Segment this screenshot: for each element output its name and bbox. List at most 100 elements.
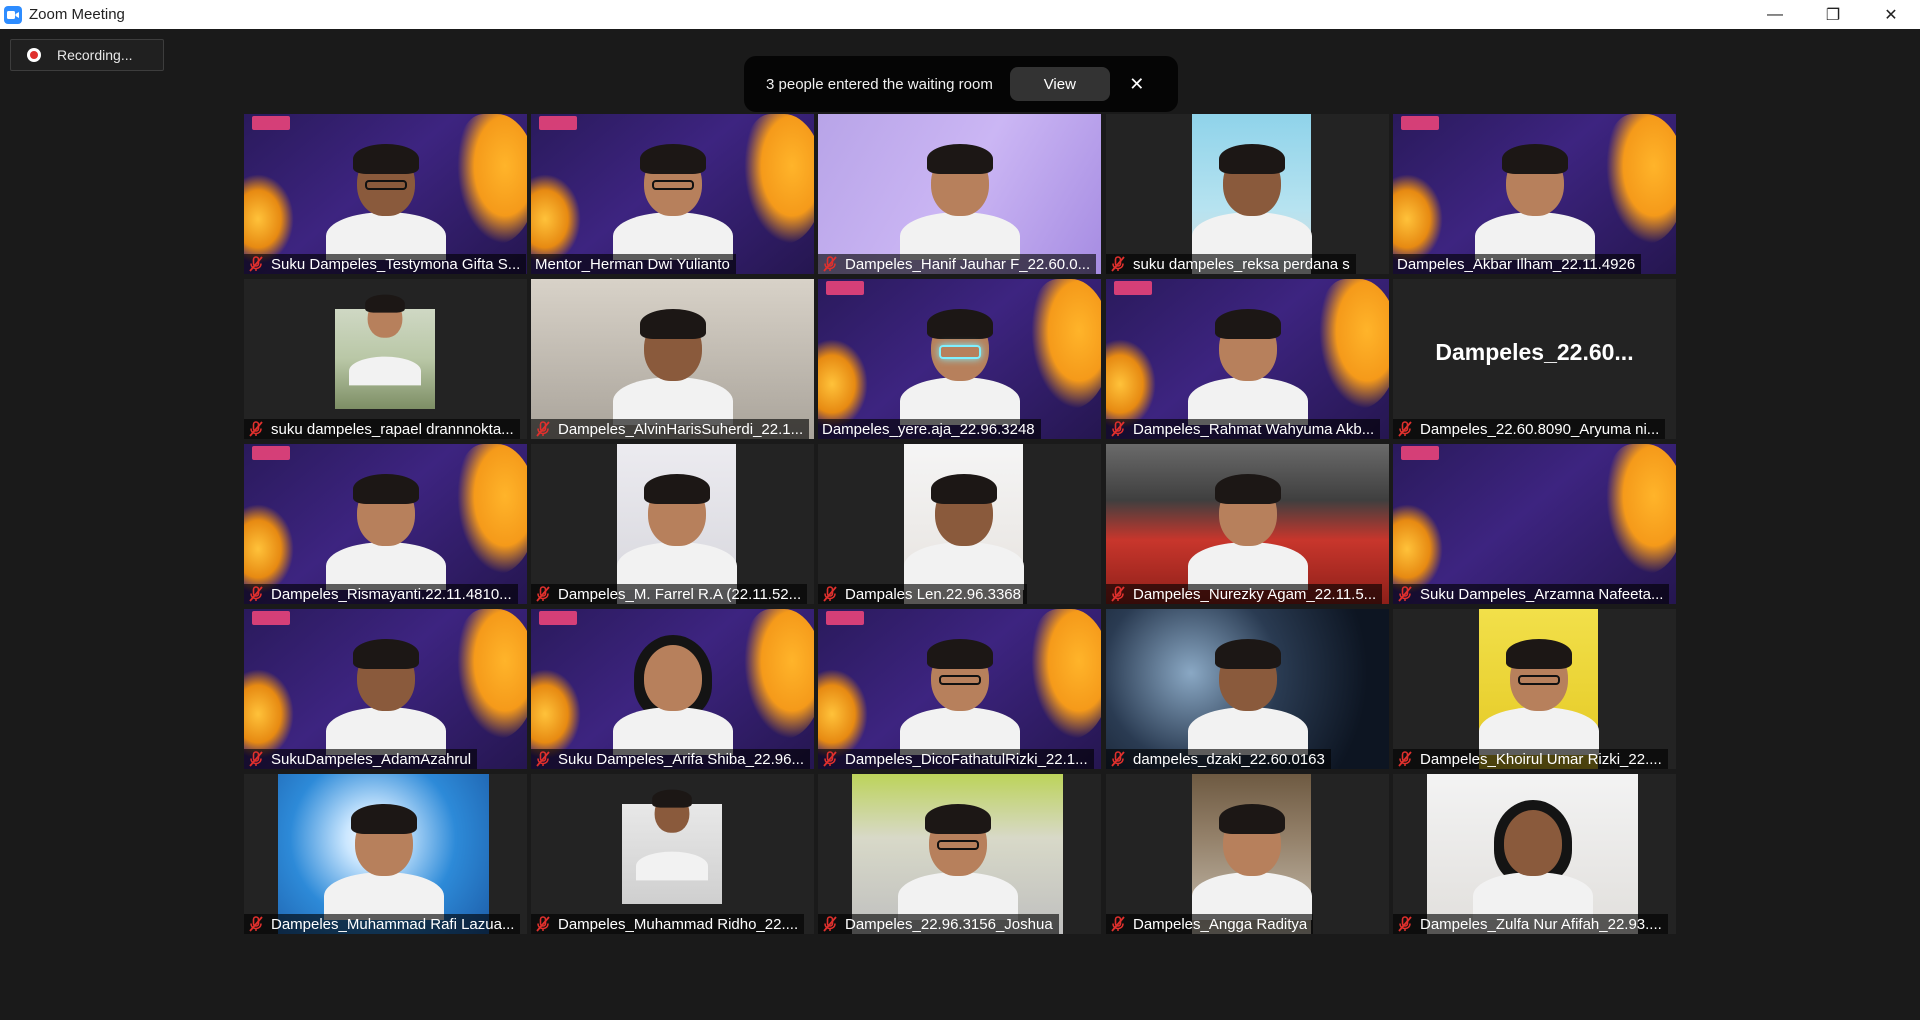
mic-muted-icon	[1397, 586, 1413, 602]
participant-figure	[612, 144, 733, 260]
participant-torso	[899, 707, 1020, 755]
participant-tile[interactable]: suku dampeles_reksa perdana s	[1106, 114, 1389, 274]
participant-torso	[1187, 377, 1308, 425]
participant-video	[616, 444, 737, 604]
record-icon	[27, 48, 41, 62]
participant-tile[interactable]: suku dampeles_rapael drannnokta...	[244, 279, 527, 439]
participant-tile[interactable]: Dampeles_yere.aja_22.96.3248	[818, 279, 1101, 439]
participant-figure	[1191, 804, 1312, 920]
participant-tile[interactable]: Mentor_Herman Dwi Yulianto	[531, 114, 814, 274]
participant-tile[interactable]: Dampeles_Khoirul Umar Rizki_22....	[1393, 609, 1676, 769]
participant-tile[interactable]: Dampeles_22.96.3156_Joshua	[818, 774, 1101, 934]
participant-figure	[1191, 144, 1312, 260]
close-window-button[interactable]: ✕	[1862, 0, 1920, 29]
participant-tile[interactable]: Dampeles_Muhammad Rafi Lazua...	[244, 774, 527, 934]
participant-tile[interactable]: Suku Dampeles_Arifa Shiba_22.96...	[531, 609, 814, 769]
restore-button[interactable]: ❐	[1804, 0, 1862, 29]
participant-figure	[325, 474, 446, 590]
participant-tile[interactable]: Dampeles_AlvinHarisSuherdi_22.1...	[531, 279, 814, 439]
minimize-button[interactable]: —	[1746, 0, 1804, 29]
participant-torso	[612, 212, 733, 260]
recording-label: Recording...	[57, 47, 133, 63]
glasses	[938, 675, 981, 685]
participant-head	[930, 474, 997, 546]
participant-tile[interactable]: Dampeles_Angga Raditya	[1106, 774, 1389, 934]
mic-muted-icon	[535, 586, 551, 602]
participant-head	[352, 639, 419, 711]
participant-name: Dampeles_Muhammad Ridho_22....	[558, 915, 799, 933]
participant-tile[interactable]: Dampeles_DicoFathatulRizki_22.1...	[818, 609, 1101, 769]
participant-video	[1393, 114, 1676, 274]
participant-name: suku dampeles_reksa perdana s	[1133, 255, 1350, 273]
mic-muted-icon	[822, 751, 838, 767]
mic-muted-icon	[1110, 256, 1126, 272]
participant-figure	[1472, 800, 1593, 920]
window-controls: — ❐ ✕	[1746, 0, 1920, 29]
participant-name: Dampeles_22.96.3156_Joshua	[845, 915, 1053, 933]
participant-head	[1501, 144, 1568, 216]
participant-name-label: Dampeles_Muhammad Ridho_22....	[531, 914, 805, 934]
participant-name-label: Dampeles_Khoirul Umar Rizki_22....	[1393, 749, 1668, 769]
participant-tile[interactable]: dampeles_dzaki_22.60.0163	[1106, 609, 1389, 769]
recording-indicator[interactable]: Recording...	[10, 39, 164, 71]
participant-head	[350, 804, 417, 876]
participant-tile[interactable]: SukuDampeles_AdamAzahrul	[244, 609, 527, 769]
mic-muted-icon	[1397, 421, 1413, 437]
mic-muted-icon	[1110, 751, 1126, 767]
participant-torso	[616, 542, 737, 590]
mic-muted-icon	[535, 916, 551, 932]
mic-muted-icon	[1397, 916, 1413, 932]
participant-tile[interactable]: Dampeles_Hanif Jauhar F_22.60.0...	[818, 114, 1101, 274]
participant-head	[1214, 639, 1281, 711]
glasses	[936, 840, 979, 850]
participant-tile[interactable]: Dampeles_Akbar Ilham_22.11.4926	[1393, 114, 1676, 274]
participant-tile[interactable]: Dampales Len.22.96.3368	[818, 444, 1101, 604]
mic-muted-icon	[822, 256, 838, 272]
participant-head	[633, 635, 712, 719]
participant-name-label: suku dampeles_rapael drannnokta...	[244, 419, 520, 439]
event-logo	[252, 116, 290, 130]
view-waiting-room-button[interactable]: View	[1009, 67, 1110, 101]
participant-tile[interactable]: Dampeles_Nurezky Agam_22.11.5...	[1106, 444, 1389, 604]
participant-tile[interactable]: Dampeles_22.60... Dampeles_22.60.8090_Ary…	[1393, 279, 1676, 439]
participant-name-label: Dampeles_Muhammad Rafi Lazua...	[244, 914, 521, 934]
participant-video	[335, 294, 435, 409]
participant-name-label: dampeles_dzaki_22.60.0163	[1106, 749, 1331, 769]
participant-name-label: Dampales Len.22.96.3368	[818, 584, 1027, 604]
participant-name-label: Mentor_Herman Dwi Yulianto	[531, 254, 736, 274]
participant-head	[352, 474, 419, 546]
participant-figure	[899, 309, 1020, 425]
participant-tile[interactable]: Dampeles_Rahmat Wahyuma Akb...	[1106, 279, 1389, 439]
participant-figure	[897, 804, 1018, 920]
participant-video	[244, 444, 527, 604]
mic-muted-icon	[1110, 586, 1126, 602]
participant-torso	[349, 356, 421, 386]
glasses	[1517, 675, 1560, 685]
mic-muted-icon	[248, 751, 264, 767]
participant-name: suku dampeles_rapael drannnokta...	[271, 420, 514, 438]
waiting-room-message: 3 people entered the waiting room	[766, 75, 993, 93]
participant-torso	[612, 377, 733, 425]
participant-tile[interactable]: Suku Dampeles_Arzamna Nafeeta...	[1393, 444, 1676, 604]
event-logo	[826, 611, 864, 625]
participant-tile[interactable]: Dampeles_Muhammad Ridho_22....	[531, 774, 814, 934]
participant-name: Dampeles_Rismayanti.22.11.4810...	[271, 585, 512, 603]
participant-name: Dampeles_Akbar Ilham_22.11.4926	[1397, 255, 1636, 273]
participant-name-label: Dampeles_22.96.3156_Joshua	[818, 914, 1059, 934]
window-title: Zoom Meeting	[29, 6, 125, 23]
mic-muted-icon	[535, 751, 551, 767]
participant-tile[interactable]: Dampeles_M. Farrel R.A (22.11.52...	[531, 444, 814, 604]
participant-tile[interactable]: Suku Dampeles_Testymona Gifta S...	[244, 114, 527, 274]
close-notification-button[interactable]: ✕	[1126, 73, 1148, 95]
participant-name-label: suku dampeles_reksa perdana s	[1106, 254, 1356, 274]
participant-name: Dampales Len.22.96.3368	[845, 585, 1021, 603]
participant-tile[interactable]: Dampeles_Zulfa Nur Afifah_22.93....	[1393, 774, 1676, 934]
participant-name: dampeles_dzaki_22.60.0163	[1133, 750, 1325, 768]
event-logo	[1114, 281, 1152, 295]
participant-display-name: Dampeles_22.60...	[1435, 339, 1634, 365]
mic-muted-icon	[248, 586, 264, 602]
participant-torso	[1474, 212, 1595, 260]
participant-video	[1427, 774, 1638, 934]
participant-video	[244, 609, 527, 769]
participant-tile[interactable]: Dampeles_Rismayanti.22.11.4810...	[244, 444, 527, 604]
